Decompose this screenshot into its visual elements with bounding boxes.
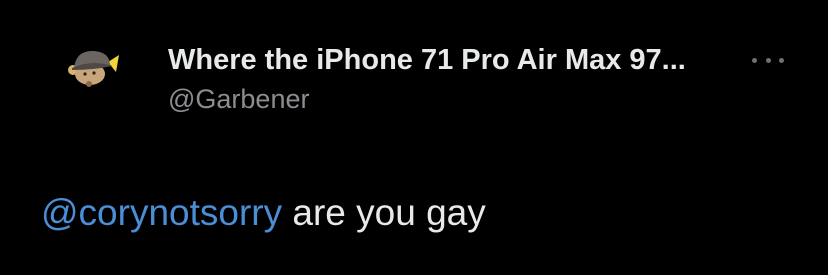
tweet-body: @corynotsorry are you gay — [41, 192, 486, 234]
author-avatar-icon[interactable] — [64, 40, 124, 100]
author-display-name[interactable]: Where the iPhone 71 Pro Air Max 97... — [168, 44, 686, 76]
more-dot — [752, 57, 757, 63]
tweet-body-text: are you gay — [282, 192, 486, 233]
more-dot — [779, 57, 784, 63]
more-options-icon[interactable] — [752, 52, 784, 68]
mention-link[interactable]: @corynotsorry — [41, 192, 282, 233]
tweet-card[interactable]: Where the iPhone 71 Pro Air Max 97... @G… — [0, 0, 828, 275]
more-dot — [765, 57, 771, 63]
author-handle[interactable]: @Garbener — [168, 84, 309, 114]
